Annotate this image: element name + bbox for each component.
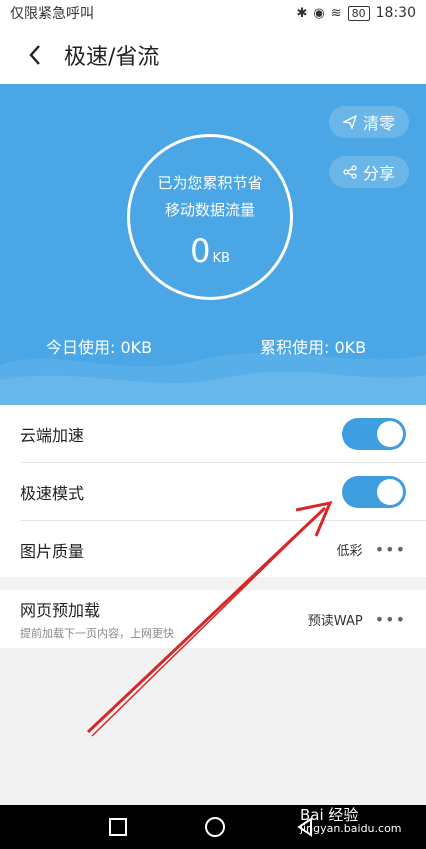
speed-mode-row: 极速模式 bbox=[20, 463, 426, 521]
savings-value: 0 bbox=[190, 232, 211, 270]
web-preload-selector[interactable]: 预读WAP ••• bbox=[308, 610, 406, 629]
web-preload-label: 网页预加载 bbox=[20, 601, 101, 620]
back-button[interactable] bbox=[20, 40, 50, 70]
carrier-text: 仅限紧急呼叫 bbox=[10, 6, 94, 22]
traffic-summary-panel: 清零 分享 已为您累积节省 移动数据流量 0 KB 今日使用: 0KB 累积使用:… bbox=[0, 84, 426, 405]
bluetooth-icon: ✱ bbox=[296, 5, 308, 21]
today-usage: 今日使用: 0KB bbox=[46, 338, 153, 357]
send-icon bbox=[342, 115, 357, 129]
settings-list: 云端加速 极速模式 图片质量 低彩 ••• bbox=[0, 405, 426, 578]
toggle-knob bbox=[377, 478, 403, 505]
more-icon: ••• bbox=[374, 540, 406, 559]
web-preload-text: 网页预加载 提前加载下一页内容，上网更快 bbox=[20, 597, 174, 641]
eye-icon: ◉ bbox=[313, 5, 325, 21]
savings-caption-line2: 移动数据流量 bbox=[164, 201, 255, 219]
clear-button[interactable]: 清零 bbox=[329, 106, 409, 138]
status-bar: 仅限紧急呼叫 ✱ ◉ ≋ 80 18:30 bbox=[0, 0, 426, 26]
image-quality-row[interactable]: 图片质量 低彩 ••• bbox=[20, 521, 426, 578]
image-quality-selector[interactable]: 低彩 ••• bbox=[337, 540, 406, 559]
share-label: 分享 bbox=[362, 164, 395, 183]
clear-label: 清零 bbox=[362, 114, 395, 133]
status-icons: ✱ ◉ ≋ 80 18:30 bbox=[296, 5, 426, 21]
wifi-icon: ≋ bbox=[330, 5, 342, 21]
watermark: Bai 经验 jingyan.baidu.com bbox=[300, 808, 402, 836]
home-button[interactable] bbox=[205, 817, 225, 837]
section-divider bbox=[0, 577, 426, 590]
status-time: 18:30 bbox=[375, 5, 416, 21]
chevron-left-icon bbox=[29, 45, 40, 65]
savings-caption-line1: 已为您累积节省 bbox=[157, 174, 263, 192]
web-preload-row[interactable]: 网页预加载 提前加载下一页内容，上网更快 预读WAP ••• bbox=[0, 590, 426, 648]
cloud-accel-label: 云端加速 bbox=[20, 425, 85, 445]
share-button[interactable]: 分享 bbox=[329, 156, 409, 188]
watermark-site: jingyan.baidu.com bbox=[300, 822, 402, 835]
speed-mode-label: 极速模式 bbox=[20, 483, 85, 503]
savings-unit: KB bbox=[212, 251, 230, 266]
total-usage: 累积使用: 0KB bbox=[260, 338, 367, 357]
toggle-knob bbox=[377, 420, 403, 447]
savings-amount: 0 KB bbox=[130, 232, 290, 270]
cloud-accel-row: 云端加速 bbox=[20, 405, 426, 463]
title-bar: 极速/省流 bbox=[0, 26, 426, 84]
speed-mode-toggle[interactable] bbox=[342, 475, 406, 508]
cloud-accel-toggle[interactable] bbox=[342, 417, 406, 450]
share-icon bbox=[343, 165, 357, 179]
page-title: 极速/省流 bbox=[64, 45, 160, 70]
more-icon: ••• bbox=[374, 609, 406, 629]
watermark-brand: Bai 经验 bbox=[300, 806, 359, 824]
recents-button[interactable] bbox=[109, 818, 127, 836]
web-preload-description: 提前加载下一页内容，上网更快 bbox=[20, 627, 174, 640]
image-quality-value: 低彩 bbox=[336, 544, 363, 559]
battery-indicator: 80 bbox=[347, 5, 370, 21]
savings-circle: 已为您累积节省 移动数据流量 0 KB bbox=[127, 134, 293, 300]
image-quality-label: 图片质量 bbox=[20, 541, 85, 561]
web-preload-value: 预读WAP bbox=[307, 613, 363, 629]
